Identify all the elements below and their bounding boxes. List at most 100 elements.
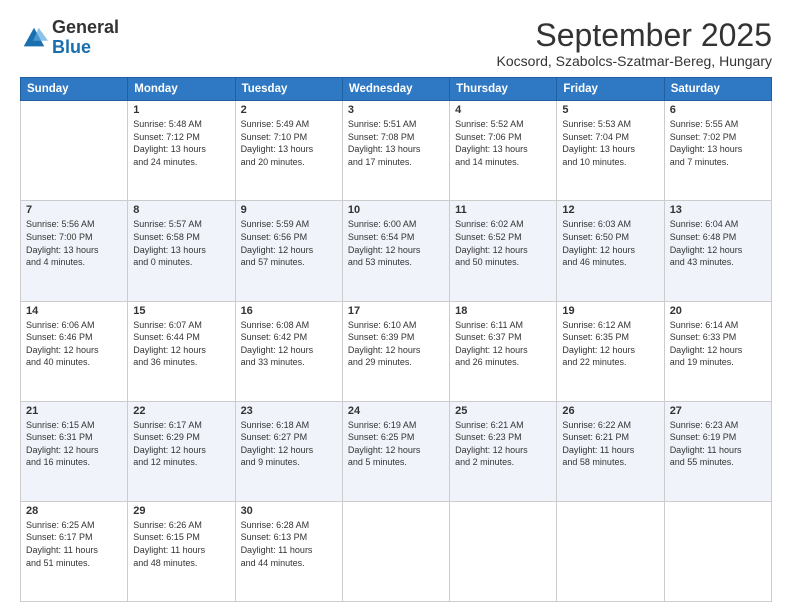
col-monday: Monday [128,78,235,101]
day-info: Sunrise: 6:22 AM Sunset: 6:21 PM Dayligh… [562,419,658,469]
title-block: September 2025 Kocsord, Szabolcs-Szatmar… [497,18,772,69]
table-row: 13Sunrise: 6:04 AM Sunset: 6:48 PM Dayli… [664,201,771,301]
day-number: 22 [133,405,229,417]
calendar-week-row: 7 Sunrise: 5:56 AM Sunset: 7:00 PM Daylig… [21,201,772,301]
table-row: 3 Sunrise: 5:51 AM Sunset: 7:08 PM Daylig… [342,101,449,201]
day-info: Sunrise: 6:03 AM Sunset: 6:50 PM Dayligh… [562,218,658,268]
table-row: 26 Sunrise: 6:22 AM Sunset: 6:21 PM Dayli… [557,401,664,501]
day-number: 20 [670,305,766,317]
table-row: 14Sunrise: 6:06 AM Sunset: 6:46 PM Dayli… [21,301,128,401]
page: General Blue September 2025 Kocsord, Sza… [0,0,792,612]
table-row: 5 Sunrise: 5:53 AM Sunset: 7:04 PM Daylig… [557,101,664,201]
table-row: 23 Sunrise: 6:18 AM Sunset: 6:27 PM Dayli… [235,401,342,501]
day-number: 16 [241,305,337,317]
table-row: 20 Sunrise: 6:14 AM Sunset: 6:33 PM Dayli… [664,301,771,401]
day-info: Sunrise: 5:59 AM Sunset: 6:56 PM Dayligh… [241,218,337,268]
day-number: 12 [562,204,658,216]
day-info: Sunrise: 5:51 AM Sunset: 7:08 PM Dayligh… [348,118,444,168]
day-info: Sunrise: 6:19 AM Sunset: 6:25 PM Dayligh… [348,419,444,469]
day-number: 19 [562,305,658,317]
day-number: 9 [241,204,337,216]
day-number: 27 [670,405,766,417]
day-info: Sunrise: 6:11 AM Sunset: 6:37 PM Dayligh… [455,319,551,369]
table-row: 17Sunrise: 6:10 AM Sunset: 6:39 PM Dayli… [342,301,449,401]
table-row: 11Sunrise: 6:02 AM Sunset: 6:52 PM Dayli… [450,201,557,301]
day-number: 13 [670,204,766,216]
day-info: Sunrise: 6:18 AM Sunset: 6:27 PM Dayligh… [241,419,337,469]
day-number: 21 [26,405,122,417]
day-number: 10 [348,204,444,216]
month-title: September 2025 [497,18,772,53]
day-info: Sunrise: 6:15 AM Sunset: 6:31 PM Dayligh… [26,419,122,469]
day-info: Sunrise: 6:00 AM Sunset: 6:54 PM Dayligh… [348,218,444,268]
table-row: 18 Sunrise: 6:11 AM Sunset: 6:37 PM Dayli… [450,301,557,401]
day-info: Sunrise: 6:07 AM Sunset: 6:44 PM Dayligh… [133,319,229,369]
table-row: 27Sunrise: 6:23 AM Sunset: 6:19 PM Dayli… [664,401,771,501]
day-info: Sunrise: 5:57 AM Sunset: 6:58 PM Dayligh… [133,218,229,268]
table-row: 16 Sunrise: 6:08 AM Sunset: 6:42 PM Dayli… [235,301,342,401]
day-number: 6 [670,104,766,116]
day-number: 23 [241,405,337,417]
table-row: 12 Sunrise: 6:03 AM Sunset: 6:50 PM Dayli… [557,201,664,301]
col-wednesday: Wednesday [342,78,449,101]
day-info: Sunrise: 5:55 AM Sunset: 7:02 PM Dayligh… [670,118,766,168]
day-info: Sunrise: 6:06 AM Sunset: 6:46 PM Dayligh… [26,319,122,369]
day-info: Sunrise: 6:08 AM Sunset: 6:42 PM Dayligh… [241,319,337,369]
day-number: 8 [133,204,229,216]
day-number: 18 [455,305,551,317]
logo-text-blue: Blue [52,38,119,58]
col-friday: Friday [557,78,664,101]
col-saturday: Saturday [664,78,771,101]
table-row: 9 Sunrise: 5:59 AM Sunset: 6:56 PM Daylig… [235,201,342,301]
table-row [450,501,557,601]
table-row: 24 Sunrise: 6:19 AM Sunset: 6:25 PM Dayli… [342,401,449,501]
logo-icon [20,24,48,52]
day-number: 28 [26,505,122,517]
day-info: Sunrise: 6:28 AM Sunset: 6:13 PM Dayligh… [241,519,337,569]
day-number: 3 [348,104,444,116]
table-row: 10 Sunrise: 6:00 AM Sunset: 6:54 PM Dayli… [342,201,449,301]
day-info: Sunrise: 6:17 AM Sunset: 6:29 PM Dayligh… [133,419,229,469]
day-info: Sunrise: 5:53 AM Sunset: 7:04 PM Dayligh… [562,118,658,168]
day-info: Sunrise: 5:56 AM Sunset: 7:00 PM Dayligh… [26,218,122,268]
col-sunday: Sunday [21,78,128,101]
calendar: Sunday Monday Tuesday Wednesday Thursday… [20,77,772,602]
table-row: 29Sunrise: 6:26 AM Sunset: 6:15 PM Dayli… [128,501,235,601]
table-row [21,101,128,201]
day-number: 30 [241,505,337,517]
day-number: 17 [348,305,444,317]
day-number: 24 [348,405,444,417]
calendar-week-row: 21 Sunrise: 6:15 AM Sunset: 6:31 PM Dayli… [21,401,772,501]
logo: General Blue [20,18,119,58]
location-title: Kocsord, Szabolcs-Szatmar-Bereg, Hungary [497,53,772,69]
col-thursday: Thursday [450,78,557,101]
day-info: Sunrise: 6:26 AM Sunset: 6:15 PM Dayligh… [133,519,229,569]
calendar-week-row: 1 Sunrise: 5:48 AM Sunset: 7:12 PM Daylig… [21,101,772,201]
day-number: 4 [455,104,551,116]
table-row: 2Sunrise: 5:49 AM Sunset: 7:10 PM Daylig… [235,101,342,201]
day-number: 7 [26,204,122,216]
calendar-week-row: 28Sunrise: 6:25 AM Sunset: 6:17 PM Dayli… [21,501,772,601]
day-number: 1 [133,104,229,116]
day-info: Sunrise: 6:14 AM Sunset: 6:33 PM Dayligh… [670,319,766,369]
table-row: 7 Sunrise: 5:56 AM Sunset: 7:00 PM Daylig… [21,201,128,301]
table-row: 22 Sunrise: 6:17 AM Sunset: 6:29 PM Dayli… [128,401,235,501]
table-row: 28Sunrise: 6:25 AM Sunset: 6:17 PM Dayli… [21,501,128,601]
table-row: 8 Sunrise: 5:57 AM Sunset: 6:58 PM Daylig… [128,201,235,301]
table-row: 15 Sunrise: 6:07 AM Sunset: 6:44 PM Dayli… [128,301,235,401]
table-row: 25Sunrise: 6:21 AM Sunset: 6:23 PM Dayli… [450,401,557,501]
day-info: Sunrise: 6:21 AM Sunset: 6:23 PM Dayligh… [455,419,551,469]
table-row [342,501,449,601]
day-number: 2 [241,104,337,116]
table-row: 1 Sunrise: 5:48 AM Sunset: 7:12 PM Daylig… [128,101,235,201]
day-info: Sunrise: 6:02 AM Sunset: 6:52 PM Dayligh… [455,218,551,268]
table-row [557,501,664,601]
table-row: 6 Sunrise: 5:55 AM Sunset: 7:02 PM Daylig… [664,101,771,201]
logo-text-general: General [52,18,119,38]
day-info: Sunrise: 5:48 AM Sunset: 7:12 PM Dayligh… [133,118,229,168]
day-number: 5 [562,104,658,116]
calendar-header-row: Sunday Monday Tuesday Wednesday Thursday… [21,78,772,101]
day-info: Sunrise: 5:52 AM Sunset: 7:06 PM Dayligh… [455,118,551,168]
day-number: 15 [133,305,229,317]
day-number: 26 [562,405,658,417]
